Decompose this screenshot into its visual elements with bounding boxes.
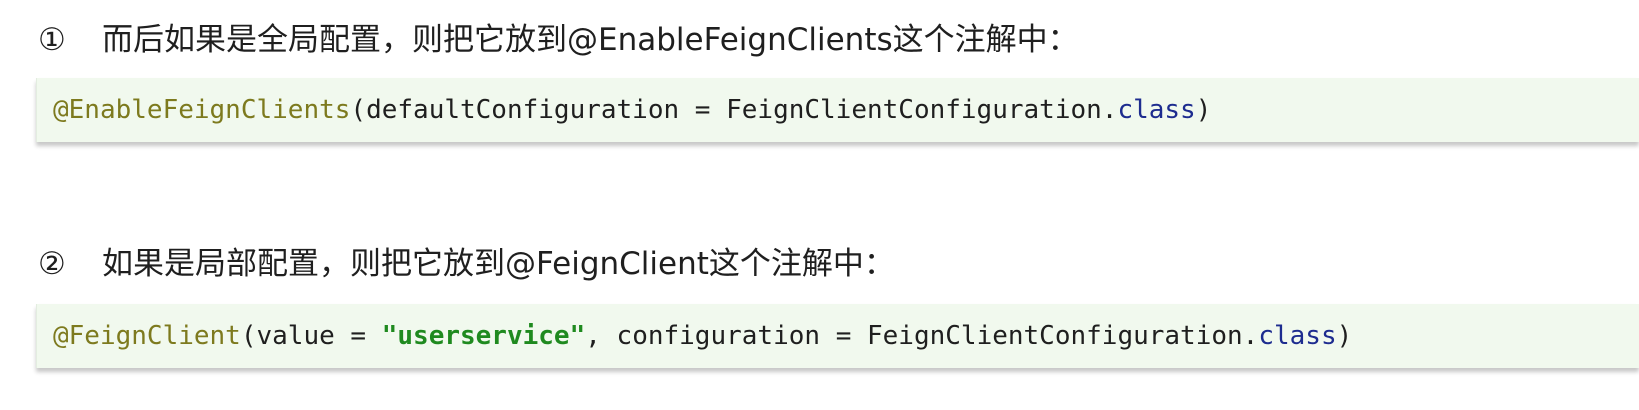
code-close-paren: )	[1195, 95, 1212, 125]
step-2-heading: ② 如果是局部配置，则把它放到@FeignClient这个注解中：	[38, 242, 895, 286]
code-annotation: @FeignClient	[53, 321, 241, 351]
step-2-text: 如果是局部配置，则把它放到@FeignClient这个注解中：	[102, 246, 895, 282]
step-1-number: ①	[38, 22, 66, 58]
code-argument: value =	[256, 321, 382, 351]
code-close-paren: )	[1336, 321, 1353, 351]
document-page: ① 而后如果是全局配置，则把它放到@EnableFeignClients这个注解中…	[0, 0, 1639, 410]
step-2-number: ②	[38, 246, 66, 282]
step-1-text: 而后如果是全局配置，则把它放到@EnableFeignClients这个注解中：	[102, 22, 1079, 58]
code-keyword: class	[1258, 321, 1337, 351]
code-argument: , configuration = FeignClientConfigurati…	[585, 321, 1259, 351]
code-block-global-config: @EnableFeignClients(defaultConfiguration…	[36, 78, 1639, 142]
code-line: @EnableFeignClients(defaultConfiguration…	[53, 93, 1211, 127]
code-argument: defaultConfiguration = FeignClientConfig…	[366, 95, 1118, 125]
code-open-paren: (	[240, 321, 257, 351]
code-string-literal: "userservice"	[381, 321, 586, 351]
code-open-paren: (	[350, 95, 367, 125]
code-block-local-config: @FeignClient(value = "userservice", conf…	[36, 304, 1639, 368]
code-keyword: class	[1117, 95, 1196, 125]
step-1-heading: ① 而后如果是全局配置，则把它放到@EnableFeignClients这个注解中…	[38, 18, 1079, 62]
code-line: @FeignClient(value = "userservice", conf…	[53, 319, 1352, 353]
code-annotation: @EnableFeignClients	[53, 95, 351, 125]
